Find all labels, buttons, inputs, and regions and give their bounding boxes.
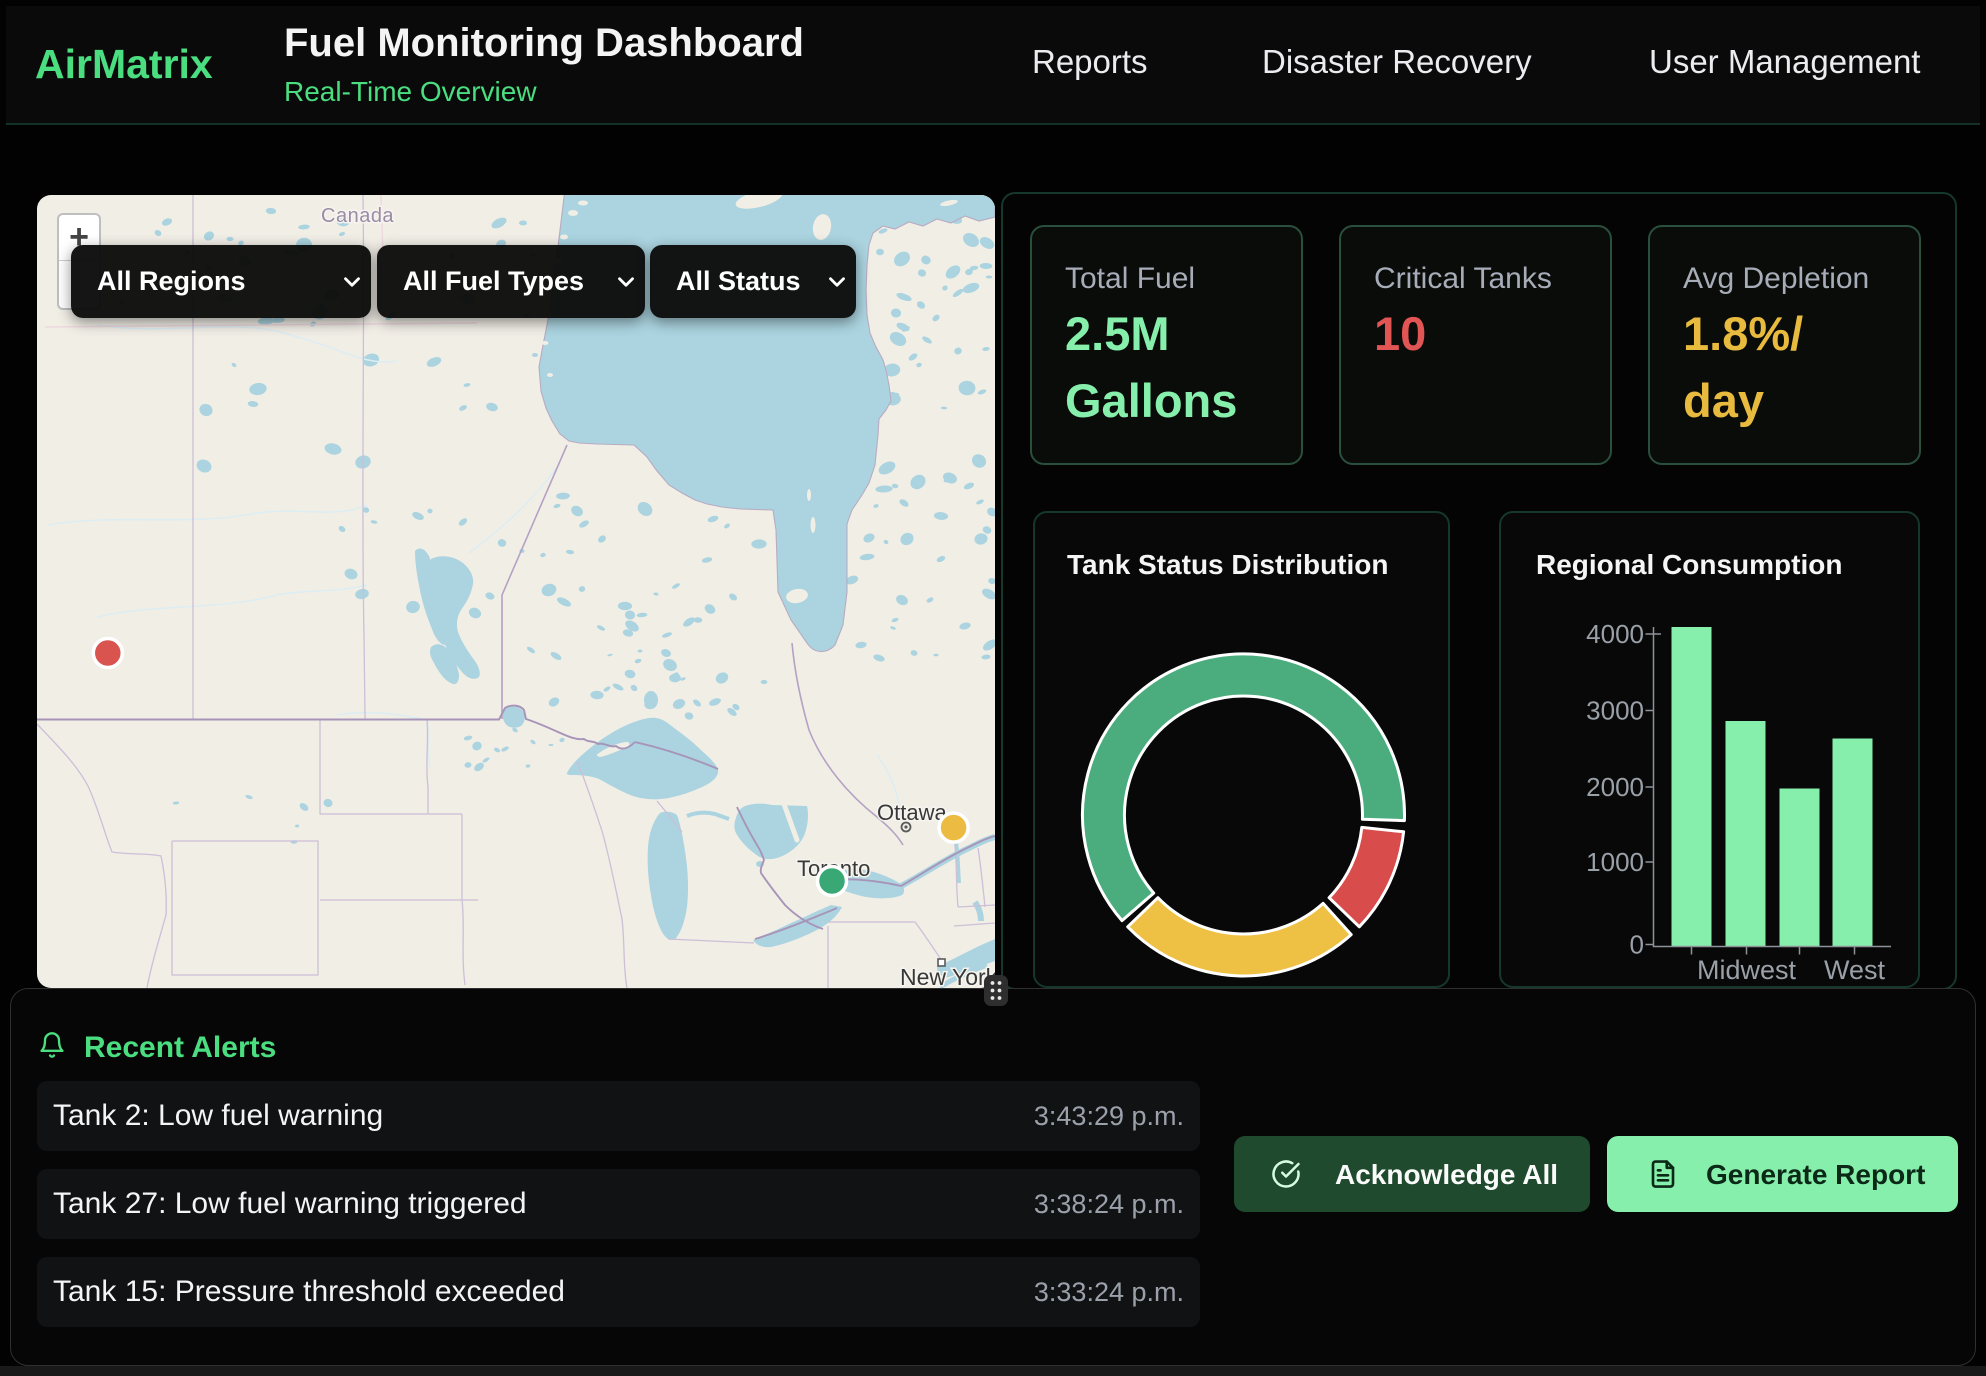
svg-text:Ottawa: Ottawa xyxy=(877,800,947,825)
svg-text:1000: 1000 xyxy=(1586,847,1644,877)
svg-text:Midwest: Midwest xyxy=(1697,955,1797,985)
svg-text:West: West xyxy=(1824,955,1886,985)
svg-text:0: 0 xyxy=(1630,930,1644,960)
svg-text:3000: 3000 xyxy=(1586,696,1644,726)
svg-text:2000: 2000 xyxy=(1586,772,1644,802)
svg-text:Canada: Canada xyxy=(321,205,394,227)
svg-text:New York: New York xyxy=(900,964,995,988)
svg-text:4000: 4000 xyxy=(1586,619,1644,649)
